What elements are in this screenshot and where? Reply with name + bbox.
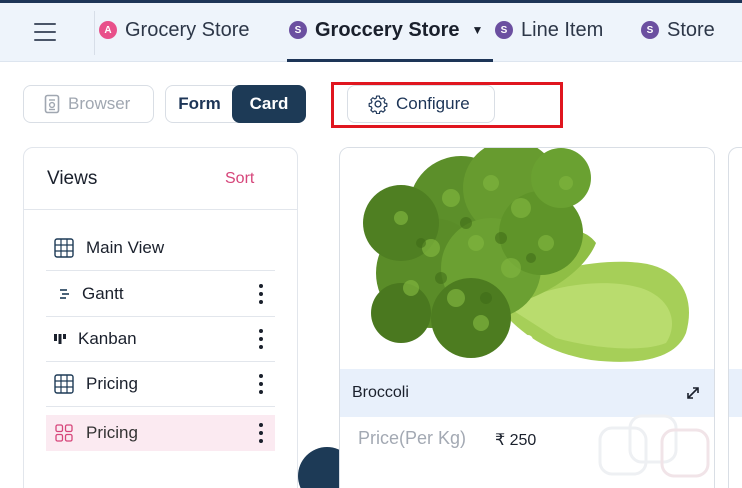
tab-label: Line Item	[521, 18, 604, 41]
form-card-toggle: Form Card	[165, 85, 306, 123]
broccoli-image	[341, 148, 714, 370]
grid-icon	[52, 236, 76, 260]
price-label: Price(Per Kg)	[358, 428, 467, 448]
view-item-kanban[interactable]: Kanban	[46, 317, 275, 362]
card-button[interactable]: Card	[232, 85, 306, 123]
tab-label: Groccery Store	[315, 18, 460, 41]
tab-divider	[94, 11, 95, 55]
views-title: Views	[47, 168, 98, 189]
view-item-label: Main View	[86, 238, 165, 257]
tab-bar: A Grocery Store S Groccery Store ▼ S Lin…	[0, 3, 742, 62]
tab-line-item[interactable]: S Line Item	[495, 15, 603, 45]
grid-icon	[52, 372, 76, 396]
watermark-graphic	[598, 414, 710, 478]
divider	[24, 209, 297, 210]
tab-badge: S	[641, 21, 659, 39]
gallery-icon	[52, 421, 76, 445]
record-card-next[interactable]	[728, 147, 742, 488]
document-icon	[44, 94, 60, 114]
tab-badge: S	[289, 21, 307, 39]
record-card[interactable]: Broccoli Price(Per Kg) ₹ 250	[339, 147, 715, 488]
chevron-down-icon[interactable]: ▼	[472, 23, 484, 37]
price-value: ₹ 250	[495, 432, 537, 449]
sort-button[interactable]: Sort	[225, 170, 254, 188]
view-item-label: Pricing	[86, 423, 138, 442]
card-title: Broccoli	[352, 384, 409, 401]
tab-badge: S	[495, 21, 513, 39]
tab-groccery-store[interactable]: S Groccery Store ▼	[289, 15, 483, 45]
view-item-label: Pricing	[86, 374, 138, 393]
active-tab-indicator	[287, 59, 493, 62]
browser-button[interactable]: Browser	[23, 85, 154, 123]
tab-grocery-store[interactable]: A Grocery Store	[99, 15, 249, 45]
view-item-pricing[interactable]: Pricing	[46, 362, 275, 407]
view-item-label: Gantt	[82, 284, 124, 303]
tab-badge: A	[99, 21, 117, 39]
gantt-icon	[52, 282, 76, 306]
kanban-icon	[48, 327, 72, 351]
form-button[interactable]: Form	[166, 86, 233, 122]
card-title-bar	[729, 369, 742, 417]
tab-label: Grocery Store	[125, 18, 250, 41]
more-options-icon[interactable]	[255, 423, 267, 443]
tab-label: Store	[667, 18, 715, 41]
browser-label: Browser	[68, 94, 131, 113]
more-options-icon[interactable]	[255, 329, 267, 349]
view-item-label: Kanban	[78, 329, 137, 348]
more-options-icon[interactable]	[255, 284, 267, 304]
tab-store[interactable]: S Store	[641, 15, 715, 45]
views-panel: Views Sort Main View Gantt Kanban Pricin…	[23, 147, 298, 488]
highlight-annotation	[331, 82, 563, 128]
expand-icon[interactable]	[684, 384, 702, 402]
view-item-gantt[interactable]: Gantt	[46, 272, 275, 317]
more-options-icon[interactable]	[255, 374, 267, 394]
view-item-main-view[interactable]: Main View	[46, 226, 275, 271]
hamburger-menu-icon[interactable]	[34, 23, 58, 43]
view-item-pricing-gallery[interactable]: Pricing	[46, 415, 275, 451]
